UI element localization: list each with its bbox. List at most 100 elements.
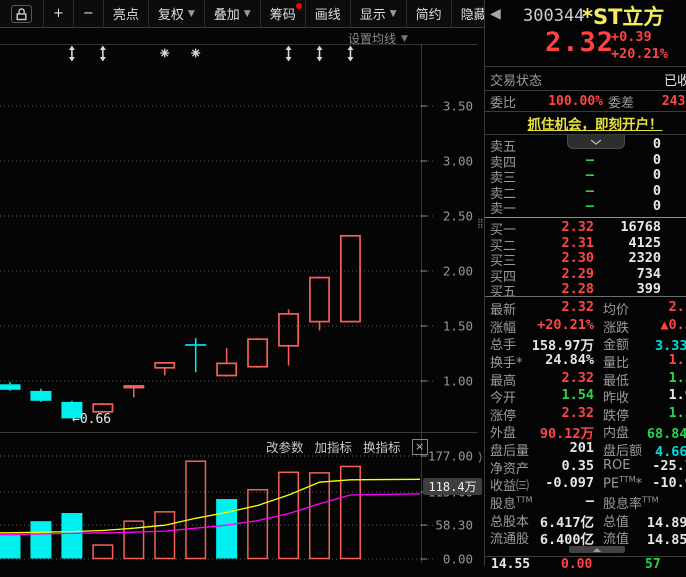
bid-row[interactable]: 买一 2.32 16768 xyxy=(485,219,686,238)
quote-panel: ◀ 300344 *ST立方 2.32 +0.39 +20.21% 交易状态 已… xyxy=(484,0,686,572)
stat-row: 最新2.32均价2.10 xyxy=(485,298,686,318)
volume-bar xyxy=(185,460,207,560)
updown-arrow-icon xyxy=(316,45,323,62)
indicator-toolbar: 改参数 加指标 换指标 × xyxy=(266,437,428,456)
updown-arrow-icon xyxy=(68,45,75,62)
stat-value: 2.10 xyxy=(668,299,686,315)
ask-row[interactable]: 卖二 —0 xyxy=(485,182,686,202)
stat-value: -25.73 xyxy=(652,457,686,474)
stat-row: 总手158.97万金额3.33亿 xyxy=(485,333,686,354)
level-volume: 0 xyxy=(652,167,661,184)
level-volume: 734 xyxy=(636,265,661,282)
level-volume: 0 xyxy=(652,182,661,199)
stat-value: 1.54 xyxy=(561,387,594,404)
switch-indicator-button[interactable]: 换指标 xyxy=(363,437,401,456)
stat-value: 0.35 xyxy=(561,457,594,474)
candle xyxy=(185,344,207,346)
candle xyxy=(92,403,114,413)
close-indicator-icon[interactable]: × xyxy=(411,438,428,455)
ask-row[interactable]: 卖一 — 0 xyxy=(485,198,686,218)
svg-text:0.00: 0.00 xyxy=(443,552,473,567)
volume-bar xyxy=(123,520,145,560)
add-indicator-button[interactable]: 加指标 xyxy=(315,437,353,456)
stat-value: 201 xyxy=(569,440,594,456)
level-volume: 0 xyxy=(652,136,661,152)
weibi-label: 委比 xyxy=(490,96,517,111)
level-volume: 4125 xyxy=(628,234,661,251)
stat-value: -0.097 xyxy=(545,475,594,492)
level-price: 2.30 xyxy=(561,250,594,267)
level-price: 2.31 xyxy=(561,234,594,251)
bid-row[interactable]: 买二 2.31 4125 xyxy=(485,234,686,254)
stat-row: 盘后量201盘后额4.66万 xyxy=(485,439,686,460)
candle xyxy=(309,276,330,323)
volume-bar xyxy=(247,488,269,560)
divider xyxy=(485,296,686,297)
last-price: 2.32 xyxy=(545,27,615,58)
quote-stats: 最新2.32均价2.10涨幅+20.21%涨跌▲0.39总手158.97万金额3… xyxy=(485,298,686,548)
back-arrow-icon[interactable]: ◀ xyxy=(490,6,501,22)
bid-row[interactable]: 买四 2.29 734 xyxy=(485,265,686,285)
stat-row: 涨停2.32跌停1.54 xyxy=(485,404,686,424)
panel-collapse-icon[interactable]: ⟩ xyxy=(478,450,483,464)
svg-text:58.30: 58.30 xyxy=(435,518,473,533)
stat-value: 1.54 xyxy=(668,404,686,421)
bid-ask-divider xyxy=(485,217,686,218)
stat-value: -10.98 xyxy=(652,475,686,492)
level-volume: 0 xyxy=(652,151,661,168)
volume-axis-badge: 118.4万 xyxy=(423,478,482,495)
svg-text:2.00: 2.00 xyxy=(443,264,473,279)
bid-row[interactable]: 买五 2.28 399 xyxy=(485,281,686,300)
ask-row[interactable]: 卖五 0 xyxy=(485,136,686,155)
stat-value: 2.32 xyxy=(561,404,594,421)
trade-status-row: 交易状态 已收盘 xyxy=(485,69,686,89)
level-price: — xyxy=(585,198,594,215)
stat-value: 1.14 xyxy=(668,351,686,368)
stat-row: 净资产0.35ROE-25.73 xyxy=(485,457,686,477)
trade-status-label: 交易状态 xyxy=(490,73,543,89)
ask-row[interactable]: 卖四 —0 xyxy=(485,151,686,171)
change-params-button[interactable]: 改参数 xyxy=(266,437,304,456)
svg-text:1.00: 1.00 xyxy=(443,374,473,389)
price-change: +0.39 xyxy=(611,29,652,45)
divider xyxy=(485,111,686,112)
kline-chart-canvas[interactable]: 3.503.002.502.001.501.00177.00115.0058.3… xyxy=(0,0,484,566)
level-volume: 399 xyxy=(636,281,661,298)
chart-pane: +−亮点复权▼叠加▼筹码画线显示▼简约隐藏▶▶ 设置均线 ▼ 3.503.002… xyxy=(0,0,546,566)
stat-value: +20.21% xyxy=(537,316,594,333)
splitter-handle-icon[interactable]: ⣿ xyxy=(477,220,484,229)
volume-bar xyxy=(216,499,238,559)
stat-row: 总股本6.417亿总值14.89亿 xyxy=(485,510,686,531)
stat-value: 2.32 xyxy=(561,299,594,315)
triangle-up-icon xyxy=(593,547,601,552)
volume-bar xyxy=(30,521,52,559)
level-price: 2.32 xyxy=(561,219,594,235)
gridlines xyxy=(0,105,434,560)
stat-value: ▲0.39 xyxy=(660,316,686,333)
stat-value: 1.93 xyxy=(668,387,686,404)
level-volume: 16768 xyxy=(620,219,661,235)
partial-value: 14.55 xyxy=(491,557,531,572)
stat-row: 股息TTM—股息率TTM— xyxy=(485,492,686,512)
level-label: 卖一 xyxy=(490,202,517,218)
candle xyxy=(154,362,176,369)
candle xyxy=(247,338,269,368)
price-change-percent: +20.21% xyxy=(611,46,668,62)
volume-bar xyxy=(61,513,83,559)
candle xyxy=(30,390,52,401)
candle xyxy=(278,313,300,347)
stat-row: 涨幅+20.21%涨跌▲0.39 xyxy=(485,316,686,336)
stock-code: 300344 xyxy=(523,6,585,26)
stat-value: 2.32 xyxy=(561,369,594,386)
level-price: — xyxy=(585,151,594,168)
level-volume: 2320 xyxy=(628,250,661,267)
bid-row[interactable]: 买三 2.30 2320 xyxy=(485,250,686,269)
candle xyxy=(216,362,238,377)
stat-value: 1.54 xyxy=(668,369,686,386)
stat-row: 收益㈢-0.097PETTM*-10.98 xyxy=(485,474,686,494)
svg-text:2.50: 2.50 xyxy=(443,209,473,224)
ask-row[interactable]: 卖三 —0 xyxy=(485,167,686,186)
stats-collapse-tab[interactable] xyxy=(569,546,625,553)
svg-text:3.00: 3.00 xyxy=(443,154,473,169)
open-account-link[interactable]: 抓住机会，即刻开户！ xyxy=(485,113,686,133)
